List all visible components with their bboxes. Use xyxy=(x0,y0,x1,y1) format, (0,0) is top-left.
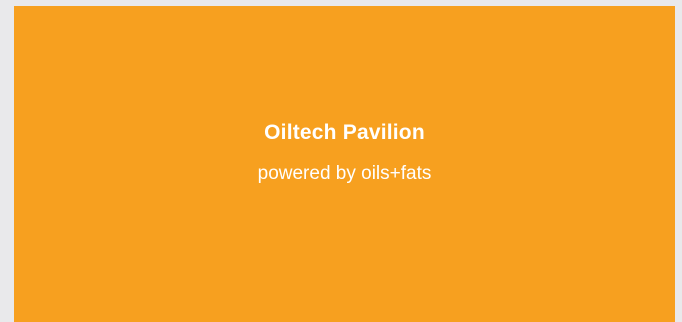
banner-title: Oiltech Pavilion xyxy=(264,121,425,144)
banner-subtitle: powered by oils+fats xyxy=(257,163,432,185)
promo-banner[interactable]: Oiltech Pavilion powered by oils+fats xyxy=(14,6,675,322)
page: Oiltech Pavilion powered by oils+fats xyxy=(0,0,682,322)
